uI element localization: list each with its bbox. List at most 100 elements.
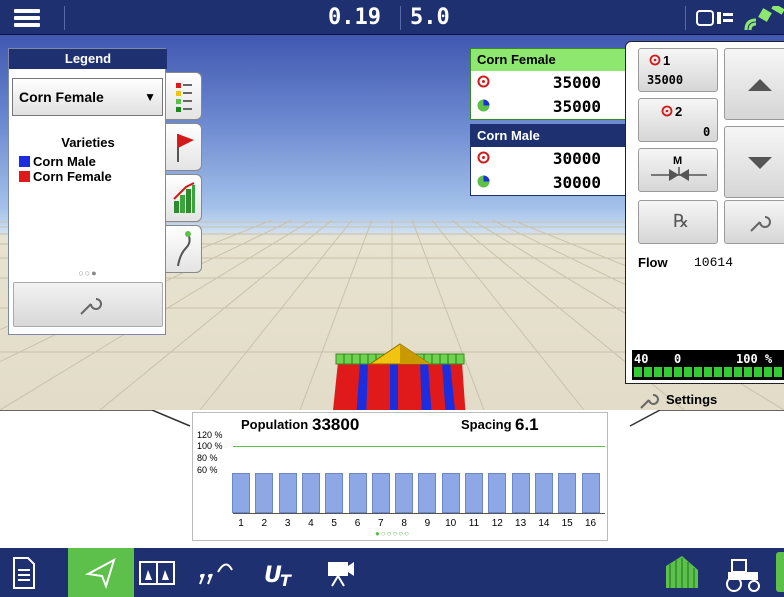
- legend-product-select[interactable]: Corn Female ▼: [12, 78, 163, 116]
- document-icon: [13, 557, 35, 589]
- side-drawer-handle[interactable]: [776, 552, 784, 592]
- target-rate-icon: [477, 151, 490, 164]
- row-population-bar: [441, 473, 460, 513]
- target-rate-row: 30000: [471, 147, 631, 171]
- varieties-title: Varieties: [61, 135, 115, 150]
- actual-rate-value: 30000: [552, 173, 601, 192]
- target-rate-icon: [661, 105, 673, 117]
- row-number-label: 8: [401, 518, 407, 529]
- wrench-icon: [750, 216, 771, 232]
- control-settings-button[interactable]: [724, 200, 784, 244]
- population-label: Population: [241, 417, 309, 432]
- spacing-label: Spacing: [461, 417, 512, 432]
- target-rate-value: 35000: [552, 73, 601, 92]
- product-1-rate-button[interactable]: 1 35000: [638, 48, 718, 92]
- rate-increase-button[interactable]: [724, 48, 784, 120]
- row-population-bar: [511, 473, 530, 513]
- row-number-label: 12: [491, 518, 503, 529]
- row-number-label: 15: [561, 518, 573, 529]
- bar-chart-icon: [173, 182, 195, 213]
- settings-button[interactable]: Settings: [638, 389, 748, 411]
- population-value: 33800: [312, 415, 360, 434]
- arrow-down-icon: [748, 157, 772, 169]
- guidance-path-icon: [177, 231, 191, 267]
- bottom-nav: U T: [0, 548, 784, 597]
- nav-field-map[interactable]: [660, 548, 704, 597]
- row-number-label: 14: [538, 518, 550, 529]
- flow-label: Flow: [638, 255, 668, 270]
- actual-rate-row: 35000: [471, 95, 631, 119]
- nav-guidance[interactable]: [68, 548, 134, 597]
- ut-icon: U T: [264, 563, 292, 590]
- svg-text:T: T: [280, 571, 292, 590]
- legend-selected-product: Corn Female: [19, 89, 104, 105]
- menu-icon[interactable]: [8, 4, 48, 32]
- tab-guidance[interactable]: [166, 225, 202, 273]
- display-status-icon[interactable]: [695, 9, 739, 29]
- tab-summary[interactable]: [166, 174, 202, 222]
- nav-camera[interactable]: [318, 548, 364, 597]
- legend-settings-button[interactable]: [13, 282, 163, 327]
- camera-icon: [328, 562, 354, 587]
- field-ops-icon: [199, 563, 233, 585]
- row-population-bar: [395, 473, 414, 513]
- product-1-rate: 35000: [647, 73, 684, 87]
- top-bar: 0.19 5.0: [0, 0, 784, 35]
- manual-control-button[interactable]: M: [638, 148, 718, 192]
- row-population-bar: [558, 473, 577, 513]
- product-rate-box[interactable]: Corn Female 35000 35000: [470, 48, 632, 120]
- row-population-bar: [278, 473, 297, 513]
- map-split-icon: [139, 561, 175, 585]
- product-name: Corn Female: [471, 49, 631, 71]
- actual-rate-value: 35000: [552, 97, 601, 116]
- product-2-rate: 0: [703, 125, 711, 139]
- nav-document[interactable]: [0, 548, 48, 597]
- nav-ut[interactable]: U T: [254, 548, 306, 597]
- row-number-label: 2: [261, 518, 268, 529]
- gps-satellite-icon[interactable]: [744, 6, 784, 32]
- target-rate-row: 35000: [471, 71, 631, 95]
- row-number-label: 11: [468, 518, 480, 529]
- y-tick-label: 60 %: [197, 465, 218, 475]
- guidance-icon: [84, 557, 116, 590]
- variety-swatch: [19, 171, 30, 182]
- row-population-bar: [581, 473, 600, 513]
- flow-bar: 40 0 100 %: [632, 350, 784, 380]
- row-number-label: 9: [424, 518, 431, 529]
- tractor-icon: [726, 559, 760, 592]
- product-rate-box[interactable]: Corn Male 30000 30000: [470, 124, 632, 196]
- spacing-value: 6.1: [515, 415, 539, 434]
- tab-legend[interactable]: [166, 72, 202, 120]
- row-population-bar: [301, 473, 320, 513]
- nav-map-split[interactable]: [136, 548, 182, 597]
- row-number-label: 16: [584, 518, 597, 529]
- row-population-bar: [465, 473, 483, 513]
- actual-rate-icon: [477, 99, 490, 112]
- prescription-button[interactable]: ℞: [638, 200, 718, 244]
- target-rate-icon: [649, 54, 661, 66]
- actual-rate-row: 30000: [471, 171, 631, 195]
- variety-item: Corn Female: [19, 170, 112, 184]
- nav-equipment[interactable]: [716, 548, 770, 597]
- row-population-bar: [371, 473, 390, 513]
- y-tick-label: 100 %: [197, 441, 223, 451]
- variety-swatch: [19, 156, 30, 167]
- flag-icon: [177, 134, 194, 162]
- row-population-bar: [534, 473, 553, 513]
- product-2-rate-button[interactable]: 2 0: [638, 98, 718, 142]
- wrench-icon: [640, 394, 659, 409]
- row-population-bar: [232, 473, 250, 513]
- y-tick-label: 80 %: [197, 453, 218, 463]
- flow-value: 10614: [694, 255, 734, 270]
- variety-item: Corn Male: [19, 155, 96, 169]
- target-rate-icon: [477, 75, 490, 88]
- rate-decrease-button[interactable]: [724, 126, 784, 198]
- target-rate-value: 30000: [552, 149, 601, 168]
- tab-flags[interactable]: [166, 123, 202, 171]
- row-number-label: 13: [515, 518, 527, 529]
- nav-field-ops[interactable]: [190, 548, 244, 597]
- row-population-bar: [255, 473, 274, 513]
- product-name: Corn Male: [471, 125, 631, 147]
- row-population-bar: [418, 473, 437, 513]
- row-number-label: 10: [445, 518, 457, 529]
